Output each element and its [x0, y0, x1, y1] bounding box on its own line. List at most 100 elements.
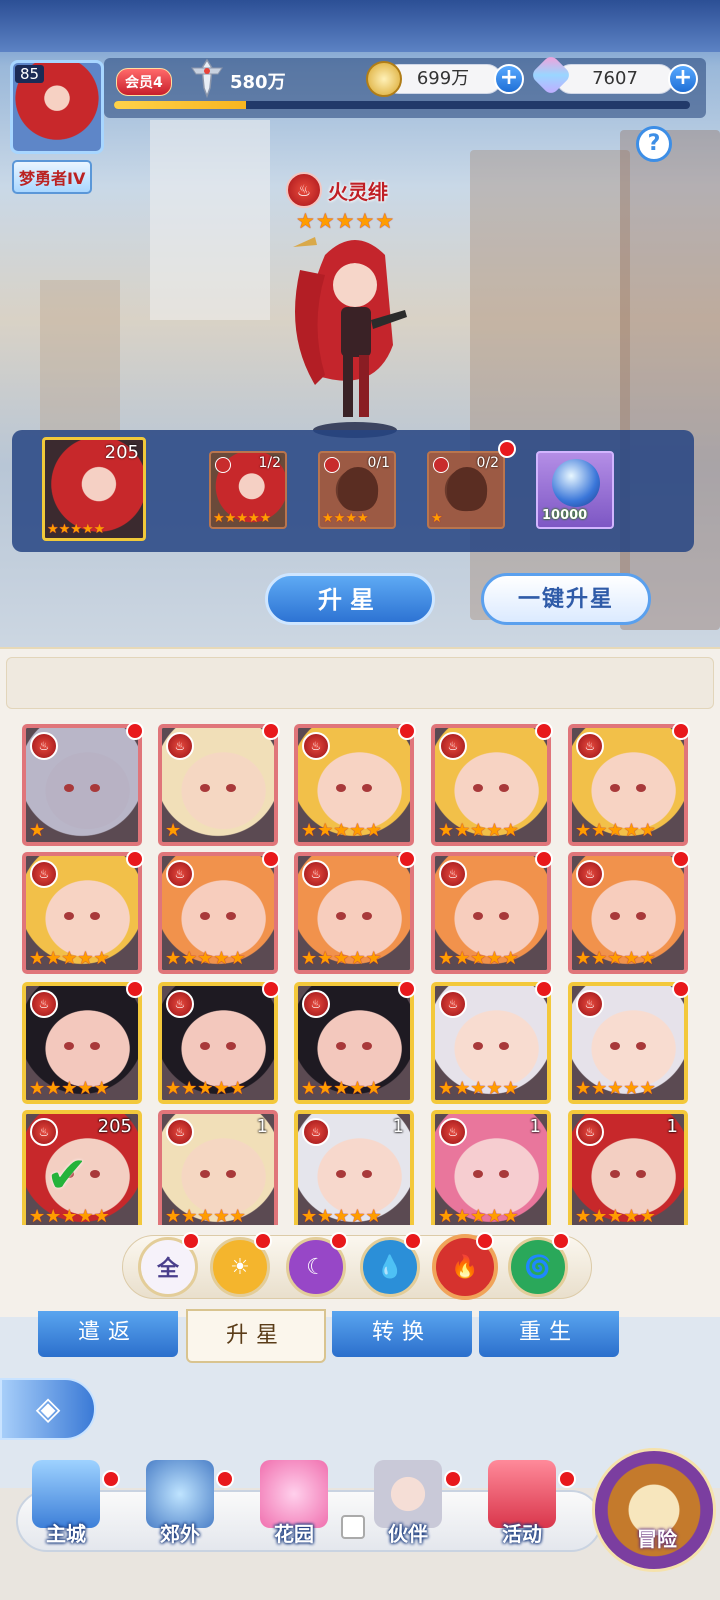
- fire-element-icon: ♨: [576, 732, 604, 760]
- hero-card[interactable]: ♨ ★ ★ ★ ★ ★: [294, 982, 414, 1104]
- nav-partner[interactable]: 伙伴: [360, 1460, 456, 1570]
- nav-label: 主城: [46, 1522, 86, 1546]
- nav-gift[interactable]: 活动: [474, 1460, 570, 1570]
- hero-stars: ★ ★ ★ ★ ★: [575, 950, 656, 968]
- hero-card[interactable]: ♨ ★ ★ ★ ★ ★: [568, 982, 688, 1104]
- star-icon: ★: [575, 820, 592, 841]
- add-gems-button[interactable]: +: [668, 64, 698, 94]
- star-up-button[interactable]: 升星: [265, 573, 435, 625]
- tab-1[interactable]: 升星: [186, 1309, 326, 1363]
- eye: [636, 784, 646, 792]
- star-icon: ★: [29, 1078, 46, 1099]
- hero-card[interactable]: ♨ ★ ★ ★ ★ ★: [431, 724, 551, 846]
- fire-element-icon: ♨: [576, 860, 604, 888]
- hero-card[interactable]: ♨ ★ ★ ★ ★ ★: [158, 852, 278, 974]
- hero-card[interactable]: ♨ ★: [22, 724, 142, 846]
- star-icon: ★: [333, 820, 350, 841]
- nav-portal[interactable]: 郊外: [132, 1460, 228, 1570]
- star-icon: ★: [301, 1078, 318, 1099]
- fire-element-icon: ♨: [30, 860, 58, 888]
- orb-icon: [552, 459, 600, 507]
- one-click-star-up-button[interactable]: 一键升星: [481, 573, 651, 625]
- hero-card[interactable]: ♨ ★ ★ ★ ★ ★: [431, 852, 551, 974]
- tab-0[interactable]: 遣返: [38, 1311, 178, 1357]
- star-icon: ★: [197, 1078, 214, 1099]
- fire-element-icon: ♨: [302, 990, 330, 1018]
- hero-card[interactable]: ♨ ★ ★ ★ ★ ★: [431, 982, 551, 1104]
- star-icon: ★: [213, 511, 225, 526]
- hero-stars: ★ ★ ★ ★ ★: [438, 822, 519, 840]
- eye: [336, 1042, 346, 1050]
- star-icon: ★: [213, 1206, 230, 1226]
- nav-label: 郊外: [160, 1522, 200, 1546]
- material-slot[interactable]: 1/2 ★ ★ ★ ★ ★: [209, 451, 287, 529]
- star-icon: ★: [502, 820, 519, 841]
- vip-badge[interactable]: 会员4: [116, 68, 172, 96]
- nav-castle[interactable]: 主城: [18, 1460, 114, 1570]
- material-slot[interactable]: 0/1 ★ ★ ★ ★: [318, 451, 396, 529]
- nav-heart[interactable]: 花园: [246, 1460, 342, 1570]
- function-tabs: 遣返 升星 转换 重生: [0, 1305, 720, 1367]
- hero-card[interactable]: ♨ ★ ★ ★ ★ ★: [22, 982, 142, 1104]
- hero-stars: ★ ★ ★ ★ ★: [438, 950, 519, 968]
- star-icon: ★: [454, 1078, 471, 1099]
- star-icon: ★: [502, 1206, 519, 1226]
- player-avatar[interactable]: 85: [10, 60, 104, 154]
- hero-card[interactable]: ♨ 1 ★ ★ ★ ★ ★: [568, 1110, 688, 1225]
- hero-card[interactable]: ♨ 205 ★ ★ ★ ★ ★ ✔: [22, 1110, 142, 1225]
- hero-card[interactable]: ♨ ★: [158, 724, 278, 846]
- hero-card[interactable]: ♨ 1 ★ ★ ★ ★ ★: [431, 1110, 551, 1225]
- fire-element-icon: ♨: [30, 1118, 58, 1146]
- help-button[interactable]: ?: [636, 126, 672, 162]
- notification-dot: [444, 1470, 462, 1488]
- star-orb-item[interactable]: 10000: [536, 451, 614, 529]
- add-gold-button[interactable]: +: [494, 64, 524, 94]
- hero-stars: ★ ★ ★ ★ ★: [165, 1080, 246, 1098]
- star-icon: ★: [454, 948, 471, 969]
- star-icon: ★: [333, 1206, 350, 1226]
- star-icon: ★: [29, 820, 46, 841]
- star-icon: ★: [317, 948, 334, 969]
- hero-card[interactable]: ♨ ★ ★ ★ ★ ★: [158, 982, 278, 1104]
- star-icon: ★: [229, 948, 246, 969]
- eye: [336, 1170, 346, 1178]
- eye: [499, 784, 509, 792]
- star-icon: ★: [70, 522, 82, 537]
- eye: [499, 1170, 509, 1178]
- tab-3[interactable]: 重生: [479, 1311, 619, 1357]
- hero-silhouette-icon: [338, 467, 378, 511]
- fire-element-icon: ♨: [439, 990, 467, 1018]
- notification-dot: [330, 1232, 348, 1250]
- star-icon: ★: [639, 1078, 656, 1099]
- rank-badge[interactable]: 梦勇者IV: [12, 160, 93, 194]
- star-icon: ★: [317, 1078, 334, 1099]
- fire-element-icon: ♨: [302, 860, 330, 888]
- selected-check-icon: ✔: [46, 1146, 88, 1204]
- hero-stars: ★: [165, 822, 181, 840]
- back-button[interactable]: ◈: [0, 1378, 96, 1440]
- star-icon: ★: [58, 522, 71, 537]
- eye: [473, 1042, 483, 1050]
- hero-card[interactable]: ♨ ★ ★ ★ ★ ★: [294, 852, 414, 974]
- hero-card[interactable]: ♨ 1 ★ ★ ★ ★ ★: [294, 1110, 414, 1225]
- star-icon: ★: [349, 1078, 366, 1099]
- hero-card[interactable]: ♨ ★ ★ ★ ★ ★: [294, 724, 414, 846]
- star-icon: ★: [333, 1078, 350, 1099]
- hero-stars: ★ ★ ★ ★ ★: [29, 950, 110, 968]
- hero-card[interactable]: ♨ ★ ★ ★ ★ ★: [568, 852, 688, 974]
- tab-2[interactable]: 转换: [332, 1311, 472, 1357]
- star-icon: ★: [623, 1078, 640, 1099]
- hero-card[interactable]: ♨ 1 ★ ★ ★ ★ ★: [158, 1110, 278, 1225]
- hero-card[interactable]: ♨ ★ ★ ★ ★ ★: [22, 852, 142, 974]
- material-slot[interactable]: 0/2 ★: [427, 451, 505, 529]
- hero-name: 火灵绯: [328, 179, 388, 204]
- eye: [362, 1042, 372, 1050]
- notification-dot: [126, 980, 144, 998]
- hero-count: 1: [256, 1116, 268, 1137]
- star-icon: ★: [197, 1206, 214, 1226]
- hero-card[interactable]: ♨ ★ ★ ★ ★ ★: [568, 724, 688, 846]
- adventure-button[interactable]: 冒险: [592, 1448, 716, 1572]
- main-hero-slot[interactable]: 205 ★ ★ ★ ★ ★: [42, 437, 146, 541]
- notification-dot: [102, 1470, 120, 1488]
- main-hero-count: 205: [104, 442, 139, 463]
